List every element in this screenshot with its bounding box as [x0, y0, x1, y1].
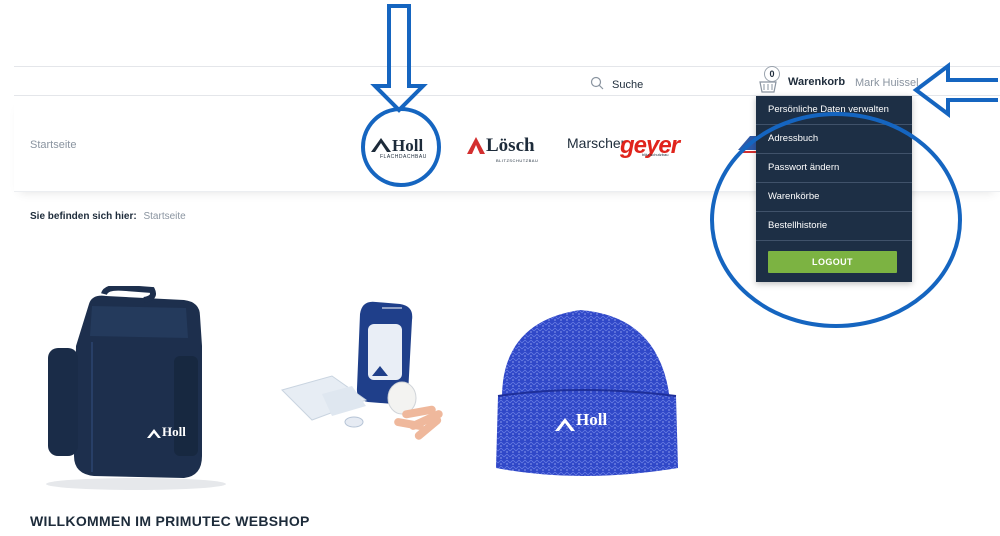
top-utility-bar: [14, 66, 1000, 96]
user-dropdown-menu: Persönliche Daten verwalten Adressbuch P…: [756, 96, 912, 282]
menu-item-change-password[interactable]: Passwort ändern: [756, 154, 912, 183]
breadcrumb: Sie befinden sich hier: Startseite: [30, 211, 186, 222]
brand-losch-subtitle: BLITZSCHUTZBAU: [496, 158, 539, 163]
cart-count-badge: 0: [764, 66, 780, 82]
brand-logo-geyer[interactable]: geyer blitz schutzbau: [620, 126, 680, 166]
beanie-logo-text: Holl: [576, 410, 608, 429]
nav-home-link[interactable]: Startseite: [30, 139, 76, 151]
brand-logo-marscher[interactable]: Marscher: [567, 128, 625, 158]
backpack-logo-text: Holl: [162, 424, 186, 439]
menu-item-address-book[interactable]: Adressbuch: [756, 125, 912, 154]
product-backpack[interactable]: Holl: [34, 284, 239, 491]
brand-geyer-subtitle: blitz schutzbau: [642, 152, 669, 157]
search-label: Suche: [612, 78, 644, 91]
brand-logo-holl[interactable]: Holl FLACHDACHBAU: [370, 126, 426, 166]
brand-holl-subtitle: FLACHDACHBAU: [380, 154, 427, 160]
menu-item-personal-data[interactable]: Persönliche Daten verwalten: [756, 96, 912, 125]
brand-holl-name: Holl: [392, 136, 424, 155]
brand-losch-name: Lösch: [486, 135, 535, 156]
search-button[interactable]: Suche: [590, 76, 643, 93]
product-first-aid-kit[interactable]: [262, 290, 467, 450]
breadcrumb-current-link[interactable]: Startseite: [143, 211, 185, 222]
brand-logo-losch[interactable]: Lösch BLITZSCHUTZBAU: [466, 126, 539, 166]
roof-icon: [554, 416, 576, 437]
user-menu-toggle[interactable]: Mark Huissel: [855, 77, 919, 89]
welcome-heading: WILLKOMMEN IM PRIMUTEC WEBSHOP: [30, 513, 310, 529]
roof-icon: [466, 133, 486, 160]
product-beanie[interactable]: Holl: [480, 292, 685, 492]
roof-icon: [146, 426, 162, 444]
menu-item-order-history[interactable]: Bestellhistorie: [756, 212, 912, 241]
logout-button[interactable]: LOGOUT: [768, 251, 897, 273]
cart-button[interactable]: 0 Warenkorb: [758, 66, 846, 94]
menu-item-carts[interactable]: Warenkörbe: [756, 183, 912, 212]
cart-icon: 0: [758, 66, 782, 94]
search-icon: [590, 76, 604, 93]
cart-label: Warenkorb: [788, 76, 846, 88]
breadcrumb-label: Sie befinden sich hier:: [30, 211, 137, 222]
brand-logo-partial[interactable]: [736, 128, 756, 158]
